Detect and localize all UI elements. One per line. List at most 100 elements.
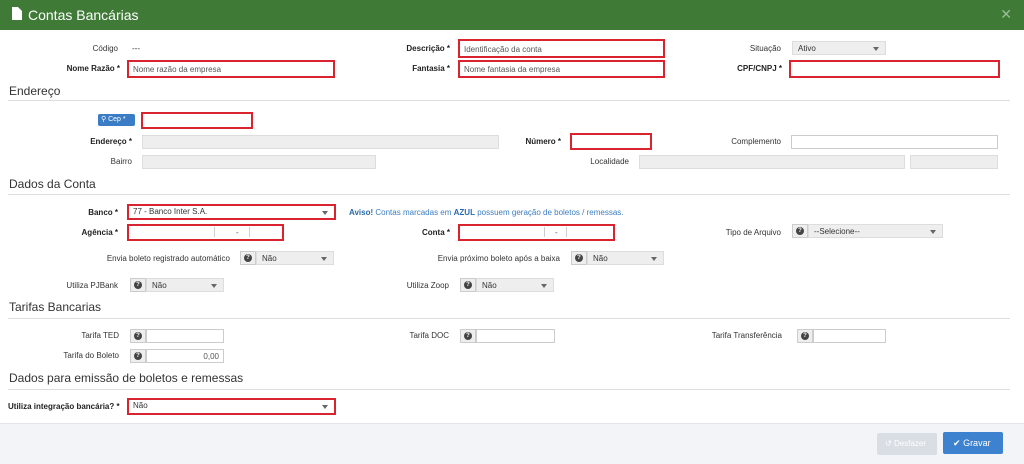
bairro-label: Bairro [110, 157, 132, 166]
desfazer-button[interactable]: ↺ Desfazer [877, 433, 937, 455]
conta-input[interactable]: - [458, 224, 615, 241]
field-separator [249, 227, 250, 237]
field-separator [214, 227, 215, 237]
situacao-select[interactable]: Ativo [792, 41, 886, 55]
zoop-label: Utiliza Zoop [406, 281, 449, 290]
chevron-down-icon [321, 257, 327, 261]
numero-label: Número * [525, 137, 561, 146]
nome-razao-label: Nome Razão * [66, 64, 120, 73]
help-icon[interactable]: ? [571, 251, 587, 265]
aviso-prefix: Aviso! [349, 208, 374, 217]
modal-footer [0, 423, 1024, 464]
section-endereco: Endereço [9, 84, 61, 98]
fantasia-label: Fantasia * [412, 64, 450, 73]
help-icon[interactable]: ? [792, 224, 808, 238]
tarifa-doc-input[interactable] [476, 329, 555, 343]
fantasia-input[interactable]: Nome fantasia da empresa [458, 60, 665, 78]
banco-select[interactable]: 77 - Banco Inter S.A. [127, 204, 336, 220]
conta-dash: - [555, 228, 558, 237]
gravar-label: Gravar [963, 438, 991, 448]
desfazer-label: Desfazer [893, 439, 926, 448]
descricao-input[interactable]: Identificação da conta [458, 39, 665, 58]
modal-title-bar: Contas Bancárias ✕ [0, 0, 1024, 30]
envia-auto-select[interactable]: Não [256, 251, 334, 265]
tipo-arquivo-select[interactable]: --Selecione-- [808, 224, 943, 238]
pjbank-select[interactable]: Não [146, 278, 224, 292]
chevron-down-icon [322, 405, 328, 409]
descricao-label: Descrição * [406, 44, 450, 53]
check-icon: ✔ [953, 438, 961, 448]
envia-proximo-label: Envia próximo boleto após a baixa [437, 254, 560, 263]
integracao-select[interactable]: Não [127, 398, 336, 415]
tarifa-ted-input[interactable] [146, 329, 224, 343]
localidade-input[interactable] [639, 155, 905, 169]
chevron-down-icon [541, 284, 547, 288]
uf-input[interactable] [910, 155, 998, 169]
endereco-input[interactable] [142, 135, 499, 149]
divider [8, 318, 1010, 319]
cep-input[interactable] [141, 112, 253, 129]
codigo-value: --- [132, 44, 140, 53]
envia-proximo-value: Não [593, 254, 608, 263]
chevron-down-icon [211, 284, 217, 288]
section-tarifas: Tarifas Bancarias [9, 300, 102, 314]
cep-search-button[interactable]: ⚲ Cep * [98, 114, 135, 126]
help-icon[interactable]: ? [130, 329, 146, 343]
section-dados-conta: Dados da Conta [9, 177, 96, 191]
aviso-mid: Contas marcadas em [373, 208, 454, 217]
envia-auto-value: Não [262, 254, 277, 263]
cep-button-label: Cep * [108, 116, 126, 123]
agencia-input[interactable]: - [127, 224, 284, 241]
help-icon[interactable]: ? [797, 329, 813, 343]
envia-proximo-select[interactable]: Não [587, 251, 664, 265]
nome-razao-input[interactable]: Nome razão da empresa [127, 60, 335, 78]
envia-auto-label: Envia boleto registrado automático [106, 254, 230, 263]
help-icon[interactable]: ? [130, 278, 146, 292]
tarifa-boleto-label: Tarifa do Boleto [63, 351, 119, 360]
pjbank-label: Utiliza PJBank [66, 281, 118, 290]
chevron-down-icon [930, 230, 936, 234]
search-icon: ⚲ [101, 116, 107, 123]
situacao-label: Situação [749, 44, 781, 53]
complemento-label: Complemento [731, 137, 781, 146]
divider [8, 389, 1010, 390]
chevron-down-icon [873, 47, 879, 51]
complemento-input[interactable] [791, 135, 998, 149]
divider [8, 194, 1010, 195]
banco-value: 77 - Banco Inter S.A. [133, 207, 208, 216]
endereco-label: Endereço * [90, 137, 132, 146]
agencia-dash: - [236, 228, 239, 237]
localidade-label: Localidade [590, 157, 629, 166]
bairro-input[interactable] [142, 155, 376, 169]
field-separator [566, 227, 567, 237]
situacao-value: Ativo [798, 44, 816, 53]
help-icon[interactable]: ? [460, 278, 476, 292]
cpf-cnpj-label: CPF/CNPJ * [737, 64, 782, 73]
pjbank-value: Não [152, 281, 167, 290]
aviso-message: Aviso! Contas marcadas em AZUL possuem g… [349, 208, 624, 217]
chevron-down-icon [322, 211, 328, 215]
field-separator [544, 227, 545, 237]
zoop-value: Não [482, 281, 497, 290]
close-icon[interactable]: ✕ [1000, 6, 1012, 23]
tarifa-boleto-input[interactable]: 0,00 [146, 349, 224, 363]
document-icon [12, 7, 22, 20]
tarifa-transferencia-input[interactable] [813, 329, 886, 343]
help-icon[interactable]: ? [460, 329, 476, 343]
agencia-label: Agência * [81, 228, 118, 237]
numero-input[interactable] [570, 133, 652, 150]
cpf-cnpj-input[interactable] [789, 60, 1000, 78]
codigo-label: Código [92, 44, 118, 53]
tarifa-ted-label: Tarifa TED [81, 331, 119, 340]
tarifa-transferencia-label: Tarifa Transferência [711, 331, 782, 340]
integracao-label: Utiliza integração bancária? * [8, 402, 120, 411]
chevron-down-icon [651, 257, 657, 261]
tipo-arquivo-value: --Selecione-- [814, 227, 860, 236]
undo-icon: ↺ [885, 439, 892, 448]
help-icon[interactable]: ? [240, 251, 256, 265]
gravar-button[interactable]: ✔ Gravar [943, 432, 1003, 454]
section-emissao: Dados para emissão de boletos e remessas [9, 371, 244, 385]
zoop-select[interactable]: Não [476, 278, 554, 292]
help-icon[interactable]: ? [130, 349, 146, 363]
tipo-arquivo-label: Tipo de Arquivo [725, 228, 781, 237]
